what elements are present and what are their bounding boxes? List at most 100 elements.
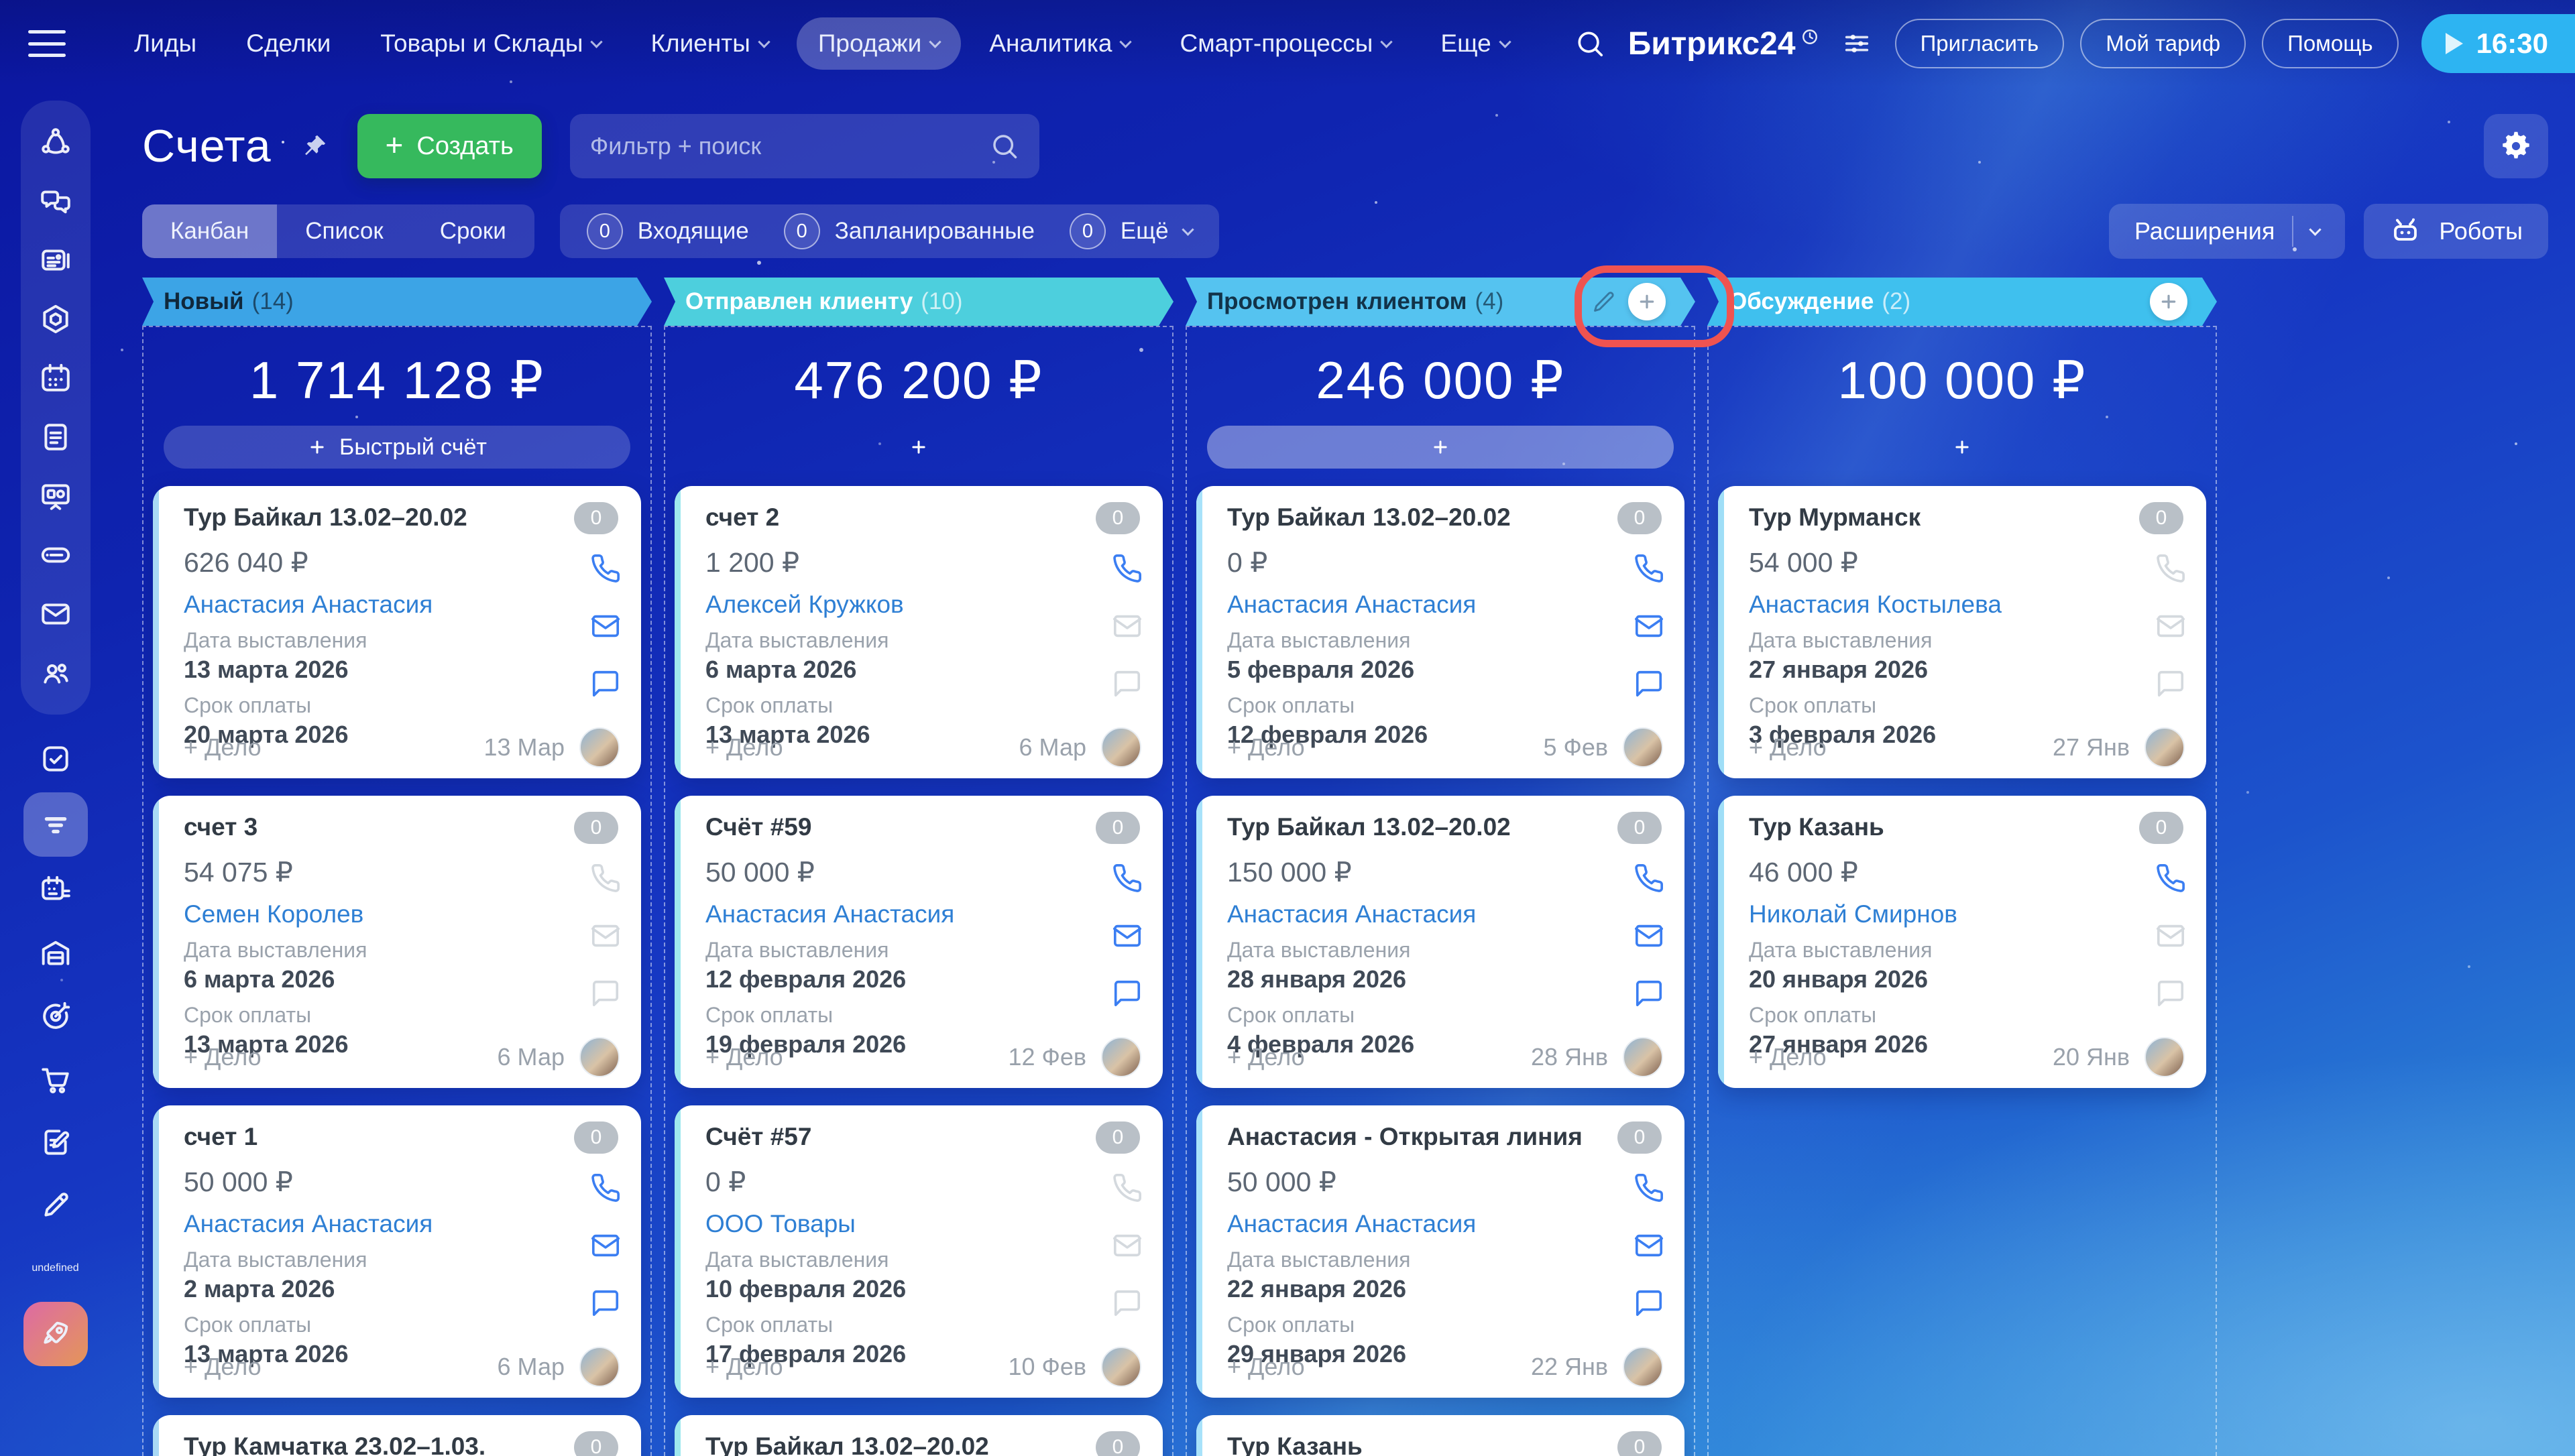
mail-icon[interactable]: [1112, 920, 1143, 951]
add-stage-button[interactable]: [1628, 283, 1666, 320]
phone-icon[interactable]: [1112, 553, 1143, 584]
nav-item-Смарт-процессы[interactable]: Смарт-процессы: [1158, 17, 1412, 70]
kanban-card[interactable]: Тур Байкал 13.02–20.020626 040 ₽Анастаси…: [153, 486, 641, 778]
chat-icon[interactable]: [590, 978, 621, 1009]
mail-icon[interactable]: [1634, 611, 1664, 642]
kanban-card[interactable]: Тур Байкал 13.02–20.0200 ₽Анастасия Анас…: [1196, 486, 1684, 778]
card-client-link[interactable]: Семен Королев: [184, 900, 363, 928]
filter-search-box[interactable]: [570, 114, 1039, 178]
add-activity-link[interactable]: + Дело: [705, 1043, 783, 1071]
phone-icon[interactable]: [1634, 863, 1664, 894]
kanban-card-partial[interactable]: Тур Камчатка 23.02–1.03.0: [153, 1415, 641, 1456]
sidebar-item-crm[interactable]: [23, 792, 88, 857]
mail-icon[interactable]: [1112, 611, 1143, 642]
tab-Сроки[interactable]: Сроки: [412, 204, 534, 258]
mail-icon[interactable]: [1112, 1230, 1143, 1261]
card-client-link[interactable]: ООО Товары: [705, 1210, 856, 1238]
nav-item-Товары и Склады[interactable]: Товары и Склады: [359, 17, 622, 70]
phone-icon[interactable]: [1112, 863, 1143, 894]
sidebar-item-shop[interactable]: [21, 1050, 91, 1109]
sidebar-item-news-feed[interactable]: [21, 231, 91, 290]
chat-icon[interactable]: [590, 1288, 621, 1319]
nav-item-Клиенты[interactable]: Клиенты: [629, 17, 789, 70]
mail-icon[interactable]: [590, 1230, 621, 1261]
extensions-button[interactable]: Расширения: [2109, 204, 2345, 259]
topbar-button-Мой тариф[interactable]: Мой тариф: [2080, 19, 2246, 68]
nav-item-Лиды[interactable]: Лиды: [113, 17, 218, 70]
settings-gear-button[interactable]: [2484, 114, 2548, 178]
tab-Список[interactable]: Список: [277, 204, 411, 258]
mail-icon[interactable]: [1634, 1230, 1664, 1261]
chat-icon[interactable]: [2155, 978, 2186, 1009]
card-client-link[interactable]: Алексей Кружков: [705, 591, 904, 619]
add-activity-link[interactable]: + Дело: [1227, 733, 1305, 762]
sidebar-item-settings[interactable]: undefined: [21, 1239, 91, 1298]
nav-item-Сделки[interactable]: Сделки: [225, 17, 352, 70]
phone-icon[interactable]: [590, 1172, 621, 1203]
mail-icon[interactable]: [1634, 920, 1664, 951]
sidebar-item-live-feed[interactable]: [21, 113, 91, 172]
chat-icon[interactable]: [2155, 668, 2186, 699]
column-header-Отправлен клиенту[interactable]: Отправлен клиенту(10): [664, 278, 1174, 326]
kanban-card[interactable]: Тур Байкал 13.02–20.020150 000 ₽Анастаси…: [1196, 796, 1684, 1088]
sidebar-item-market[interactable]: [21, 290, 91, 349]
chat-icon[interactable]: [1634, 978, 1664, 1009]
phone-icon[interactable]: [1634, 553, 1664, 584]
card-client-link[interactable]: Анастасия Анастасия: [1227, 900, 1476, 928]
column-header-Просмотрен клиентом[interactable]: Просмотрен клиентом(4): [1186, 278, 1695, 326]
add-stage-button[interactable]: [2150, 283, 2187, 320]
add-activity-link[interactable]: + Дело: [1749, 733, 1827, 762]
time-tracker-widget[interactable]: 16:30: [2421, 14, 2575, 73]
bitrix24-logo[interactable]: Битрикс24: [1628, 25, 1819, 62]
chat-icon[interactable]: [590, 668, 621, 699]
mail-icon[interactable]: [2155, 920, 2186, 951]
add-card-button[interactable]: [1729, 426, 2195, 469]
card-client-link[interactable]: Анастасия Анастасия: [1227, 591, 1476, 619]
nav-item-Еще[interactable]: Еще: [1419, 17, 1530, 70]
add-activity-link[interactable]: + Дело: [1227, 1043, 1305, 1071]
edit-stage-icon[interactable]: [1592, 290, 1616, 314]
chat-icon[interactable]: [1112, 978, 1143, 1009]
kanban-card[interactable]: счет 1050 000 ₽Анастасия АнастасияДата в…: [153, 1105, 641, 1398]
add-activity-link[interactable]: + Дело: [1227, 1353, 1305, 1381]
card-client-link[interactable]: Николай Смирнов: [1749, 900, 1957, 928]
add-activity-link[interactable]: + Дело: [184, 1043, 262, 1071]
kanban-card[interactable]: Счёт #5700 ₽ООО ТоварыДата выставления10…: [675, 1105, 1163, 1398]
phone-icon[interactable]: [2155, 553, 2186, 584]
pin-icon[interactable]: [300, 131, 329, 161]
sidebar-item-rocket[interactable]: [23, 1302, 88, 1366]
card-client-link[interactable]: Анастасия Анастасия: [184, 1210, 433, 1238]
kanban-card-partial[interactable]: Тур Байкал 13.02–20.020: [675, 1415, 1163, 1456]
sidebar-item-documents[interactable]: [21, 408, 91, 467]
nav-item-Продажи[interactable]: Продажи: [797, 17, 962, 70]
phone-icon[interactable]: [2155, 863, 2186, 894]
card-client-link[interactable]: Анастасия Анастасия: [1227, 1210, 1476, 1238]
kanban-card[interactable]: Тур Казань046 000 ₽Николай СмирновДата в…: [1718, 796, 2206, 1088]
sidebar-item-people[interactable]: [21, 644, 91, 703]
kanban-card[interactable]: счет 201 200 ₽Алексей КружковДата выстав…: [675, 486, 1163, 778]
sidebar-item-mail[interactable]: [21, 585, 91, 644]
add-activity-link[interactable]: + Дело: [705, 1353, 783, 1381]
phone-icon[interactable]: [1112, 1172, 1143, 1203]
sidebar-item-tasks[interactable]: [21, 729, 91, 788]
sidebar-item-sign[interactable]: [21, 1113, 91, 1172]
sidebar-item-calendar[interactable]: [21, 349, 91, 408]
add-card-button[interactable]: [1207, 426, 1674, 469]
add-activity-link[interactable]: + Дело: [184, 1353, 262, 1381]
sidebar-item-messenger[interactable]: [21, 172, 91, 231]
counter-Входящие[interactable]: 0Входящие: [587, 213, 749, 249]
mail-icon[interactable]: [590, 920, 621, 951]
hamburger-menu-icon[interactable]: [28, 30, 66, 57]
chat-icon[interactable]: [1634, 1288, 1664, 1319]
add-activity-link[interactable]: + Дело: [705, 733, 783, 762]
kanban-card-partial[interactable]: Тур Казань0: [1196, 1415, 1684, 1456]
chat-icon[interactable]: [1112, 668, 1143, 699]
sidebar-item-marketing[interactable]: [21, 987, 91, 1046]
kanban-card[interactable]: счет 3054 075 ₽Семен КоролевДата выставл…: [153, 796, 641, 1088]
sidebar-item-drive[interactable]: [21, 526, 91, 585]
add-activity-link[interactable]: + Дело: [184, 733, 262, 762]
sidebar-item-planner[interactable]: [21, 861, 91, 920]
card-client-link[interactable]: Анастасия Анастасия: [705, 900, 954, 928]
chat-icon[interactable]: [1112, 1288, 1143, 1319]
column-header-Обсуждение[interactable]: Обсуждение(2): [1707, 278, 2217, 326]
